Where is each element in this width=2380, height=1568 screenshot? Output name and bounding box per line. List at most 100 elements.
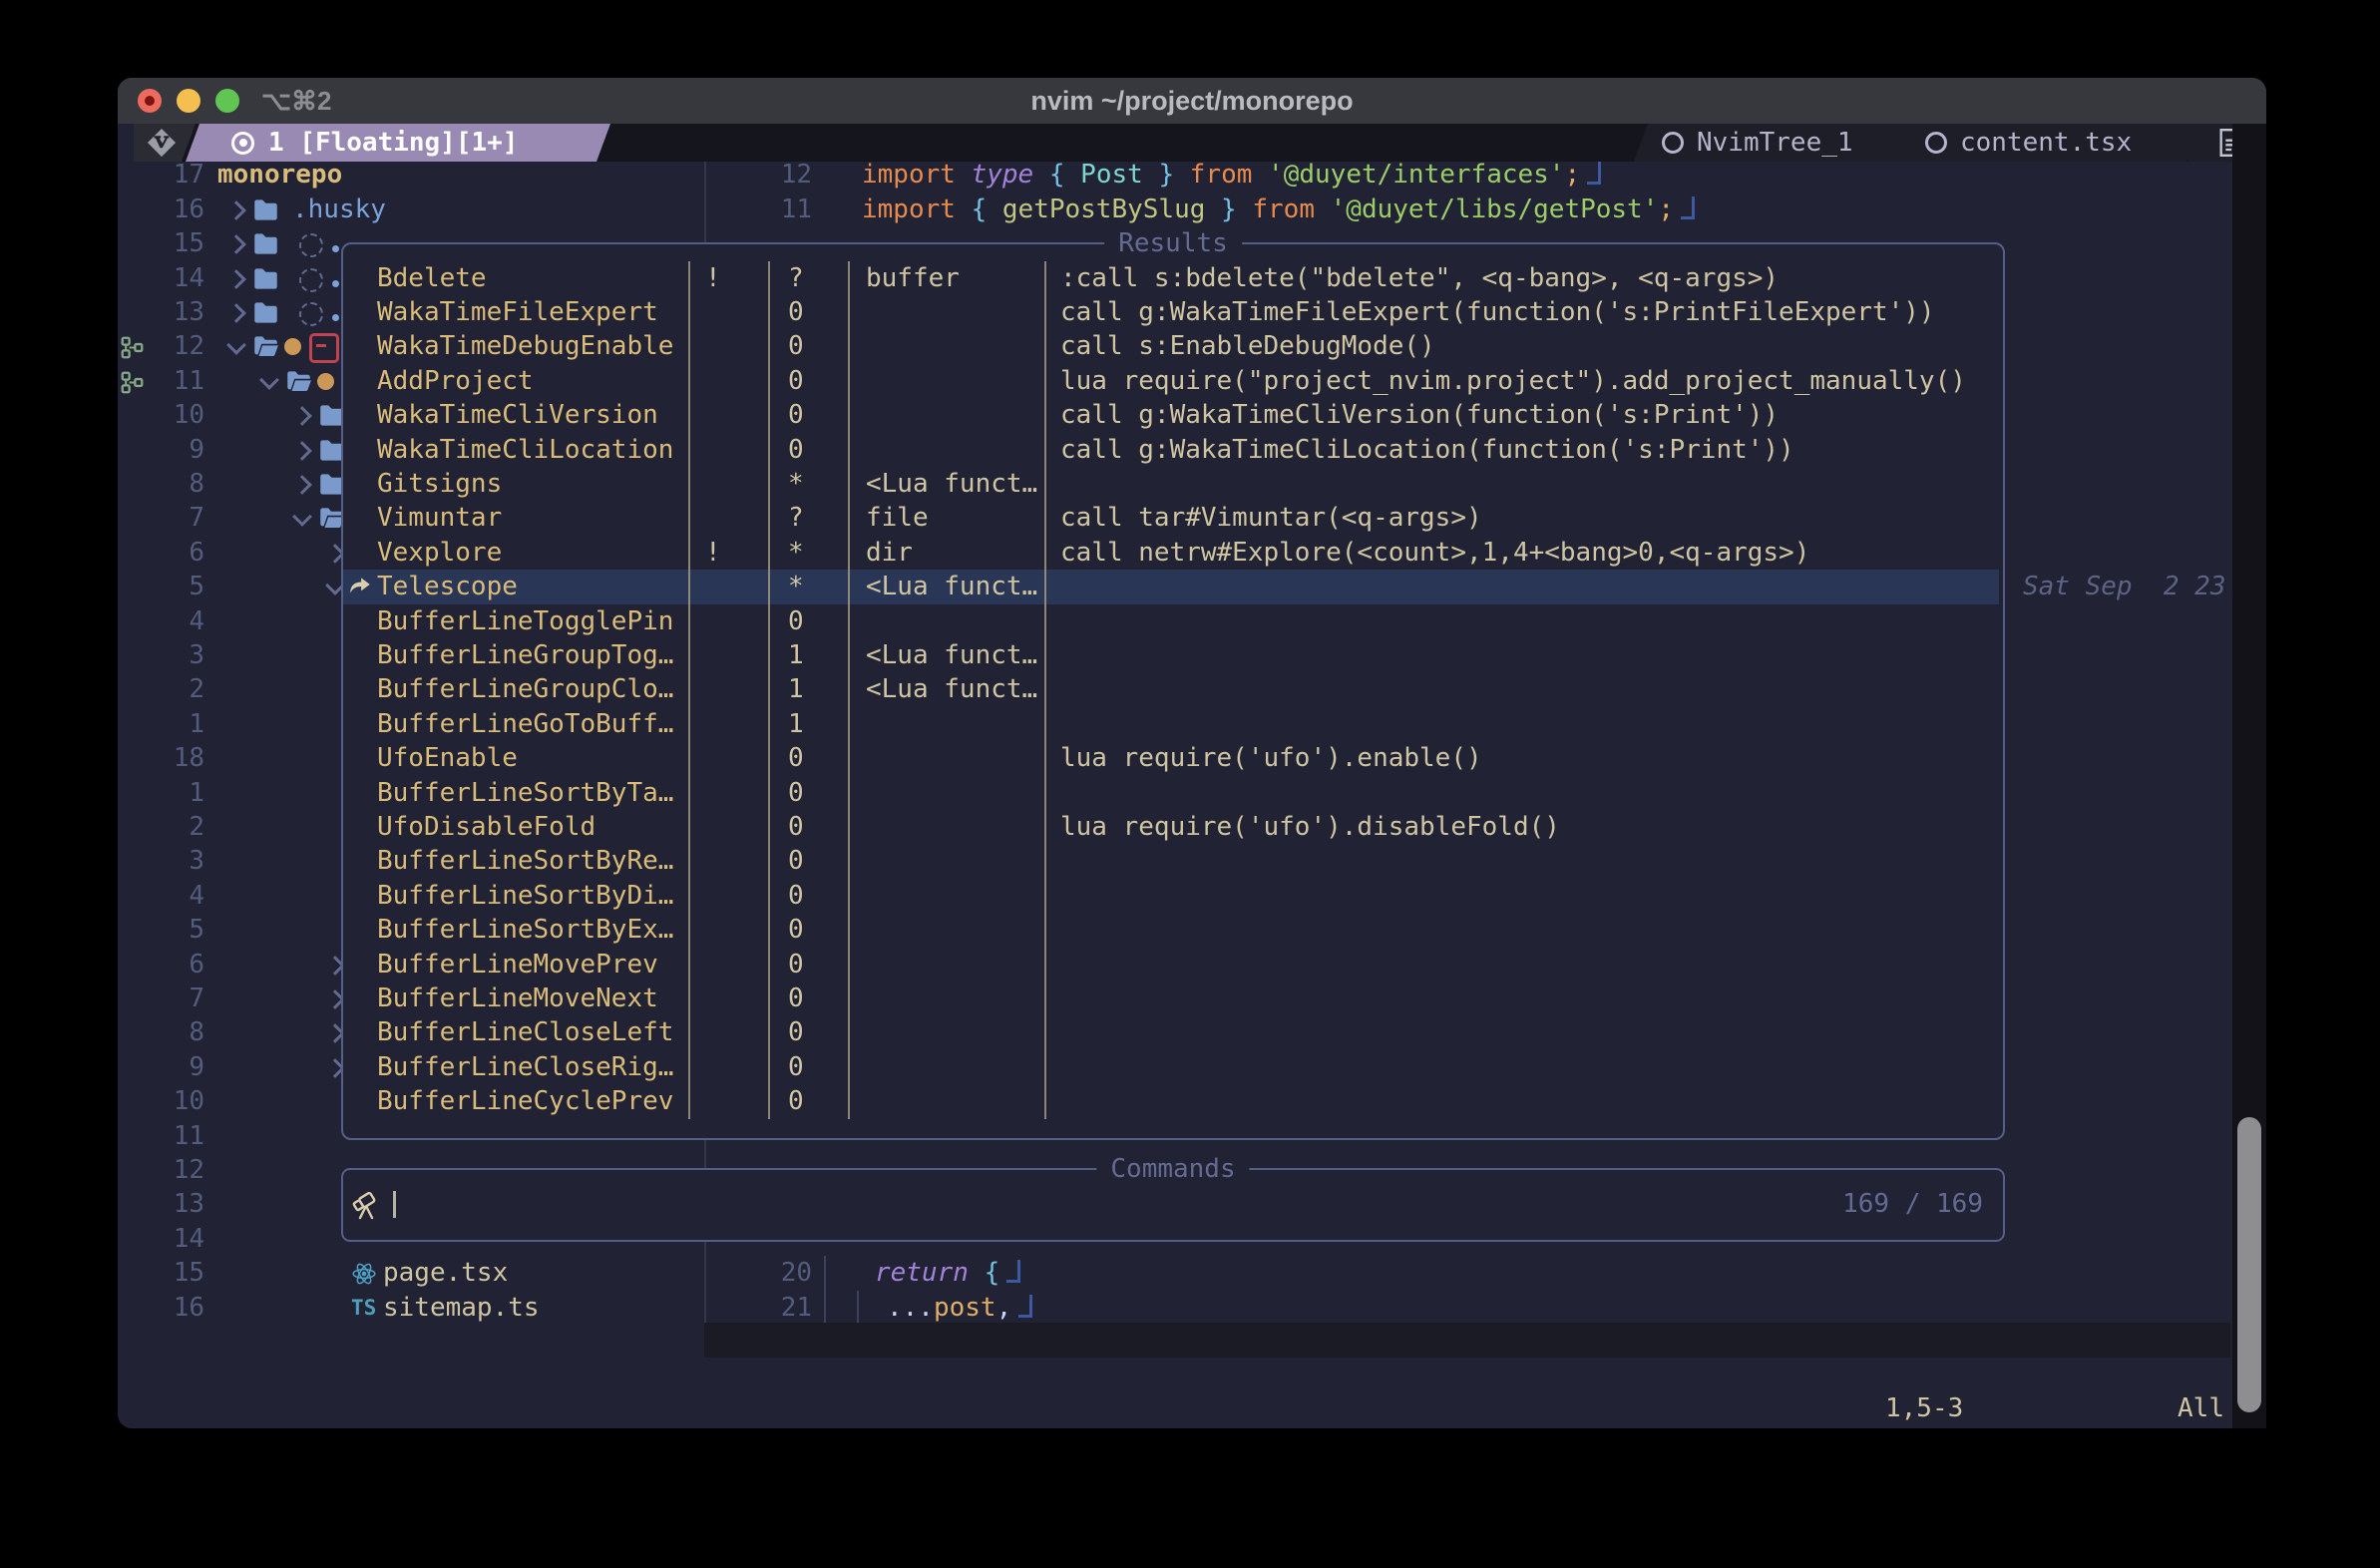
cmdline-ruler: 1,5-3	[1885, 1391, 1963, 1426]
result-type: <Lua funct…	[866, 638, 1037, 673]
indent-guide	[824, 1291, 826, 1326]
result-type: dir	[866, 536, 913, 571]
vim-logo-icon	[134, 124, 196, 162]
tabline: 1 [Floating][1+] NvimTree_1 content.tsx	[134, 124, 2232, 162]
chevron-right-icon[interactable]	[226, 234, 246, 254]
result-definition: :call s:bdelete("bdelete", <q-bang>, <q-…	[1060, 261, 1779, 296]
column-separator	[768, 261, 770, 1119]
prompt-cursor[interactable]	[393, 1191, 396, 1218]
result-name: BufferLineSortByRe…	[377, 844, 673, 879]
result-count: 1	[788, 638, 804, 673]
dot-icon	[332, 245, 339, 252]
result-count: 0	[788, 913, 804, 948]
result-definition: call netrw#Explore(<count>,1,4+<bang>0,<…	[1060, 536, 1809, 571]
result-definition: call g:WakaTimeCliLocation(function('s:P…	[1060, 433, 1794, 468]
code-line-number: 20	[698, 1256, 812, 1291]
result-bang: !	[705, 536, 721, 571]
result-name: WakaTimeDebugEnable	[377, 329, 673, 364]
tree-line-number: 16	[120, 1291, 204, 1326]
result-type: buffer	[866, 261, 960, 296]
tree-line-number: 16	[120, 193, 204, 227]
result-type: <Lua funct…	[866, 570, 1037, 604]
result-name: BufferLineCloseLeft	[377, 1015, 673, 1050]
result-name: UfoDisableFold	[377, 810, 595, 845]
tab-nvimtree[interactable]: NvimTree_1	[1634, 124, 1923, 162]
result-count: 1	[788, 672, 804, 707]
code-line[interactable]: 12 import type { Post } from '@duyet/inte…	[698, 158, 2230, 193]
result-definition: lua require("project_nvim.project").add_…	[1060, 364, 1966, 399]
tree-row[interactable]: 15page.tsx	[0, 1256, 704, 1291]
result-count: 0	[788, 948, 804, 982]
result-count: 0	[788, 776, 804, 811]
tree-line-number: 11	[120, 1119, 204, 1154]
record-dot-icon	[231, 132, 254, 155]
result-name: Gitsigns	[377, 467, 502, 502]
code-text: ...post,	[887, 1291, 1032, 1326]
result-name: WakaTimeCliLocation	[377, 433, 673, 468]
result-type: <Lua funct…	[866, 467, 1037, 502]
indent-guide	[857, 1291, 859, 1326]
result-definition: lua require('ufo').enable()	[1060, 741, 1482, 776]
result-count: ?	[788, 501, 804, 536]
tree-row[interactable]: 16TSsitemap.ts	[0, 1291, 704, 1326]
tree-item-label: .husky	[292, 193, 386, 227]
result-name: BufferLineTogglePin	[377, 604, 673, 639]
result-count: 0	[788, 844, 804, 879]
code-line-number: 11	[698, 193, 812, 227]
desktop: ⌥⌘2 nvim ~/project/monorepo 1 [Floating]…	[0, 0, 2380, 1568]
result-count: 0	[788, 364, 804, 399]
blame-label: Sat Sep 2 23:	[2023, 570, 2230, 604]
eol-icon	[1587, 162, 1601, 185]
tree-item-label: monorepo	[217, 158, 342, 193]
selected-row-highlight	[343, 570, 1999, 604]
result-name: Vexplore	[377, 536, 502, 571]
result-count: 0	[788, 604, 804, 639]
result-count: 0	[788, 295, 804, 330]
tab-active-floating[interactable]: 1 [Floating][1+]	[186, 124, 610, 162]
tab-nvimtree-label: NvimTree_1	[1697, 128, 1853, 158]
tree-row[interactable]: 17 monorepo	[0, 158, 704, 193]
code-line[interactable]: 20return {	[698, 1256, 2230, 1291]
eol-icon	[1018, 1295, 1032, 1318]
typescript-icon: TS	[351, 1291, 376, 1326]
telescope-icon	[351, 1189, 383, 1221]
result-name: WakaTimeCliVersion	[377, 398, 658, 433]
result-count: 0	[788, 1050, 804, 1085]
result-name: Vimuntar	[377, 501, 502, 536]
result-count: ?	[788, 261, 804, 296]
column-separator	[848, 261, 850, 1119]
pending-circle-icon	[299, 233, 323, 257]
tree-line-number: 15	[120, 226, 204, 261]
tree-row[interactable]: 16 .husky	[0, 193, 704, 227]
result-name: BufferLineSortByEx…	[377, 913, 673, 948]
chevron-right-icon[interactable]	[226, 200, 246, 220]
column-separator	[1044, 261, 1046, 1119]
result-name: BufferLineMoveNext	[377, 981, 658, 1016]
result-definition: call g:WakaTimeCliVersion(function('s:Pr…	[1060, 398, 1779, 433]
circle-icon	[1662, 132, 1684, 154]
scrollbar-thumb[interactable]	[2237, 1117, 2261, 1412]
git-sign-icon	[121, 369, 144, 404]
result-name: WakaTimeFileExpert	[377, 295, 658, 330]
tab-content-tsx[interactable]: content.tsx	[1897, 124, 2200, 162]
tab-content-label: content.tsx	[1960, 128, 2132, 158]
code-line-number: 12	[698, 158, 812, 193]
tree-line-number: 17	[120, 158, 204, 193]
result-count: 0	[788, 329, 804, 364]
eol-icon	[1681, 196, 1695, 219]
code-text: import type { Post } from '@duyet/interf…	[862, 158, 1601, 193]
result-count: 0	[788, 1015, 804, 1050]
code-line[interactable]: 21 ...post,	[698, 1291, 2230, 1326]
result-type: <Lua funct…	[866, 672, 1037, 707]
result-bang: !	[705, 261, 721, 296]
code-line-number: 21	[698, 1291, 812, 1326]
tree-line-number: 14	[120, 1222, 204, 1257]
window-title: nvim ~/project/monorepo	[118, 84, 2266, 118]
selection-arrow-icon	[347, 574, 373, 606]
result-count: *	[788, 570, 804, 604]
code-line[interactable]: 11import { getPostBySlug } from '@duyet/…	[698, 193, 2230, 227]
tree-line-number: 15	[120, 1256, 204, 1291]
result-count: *	[788, 536, 804, 571]
circle-icon	[1925, 132, 1947, 154]
result-count: 0	[788, 981, 804, 1016]
